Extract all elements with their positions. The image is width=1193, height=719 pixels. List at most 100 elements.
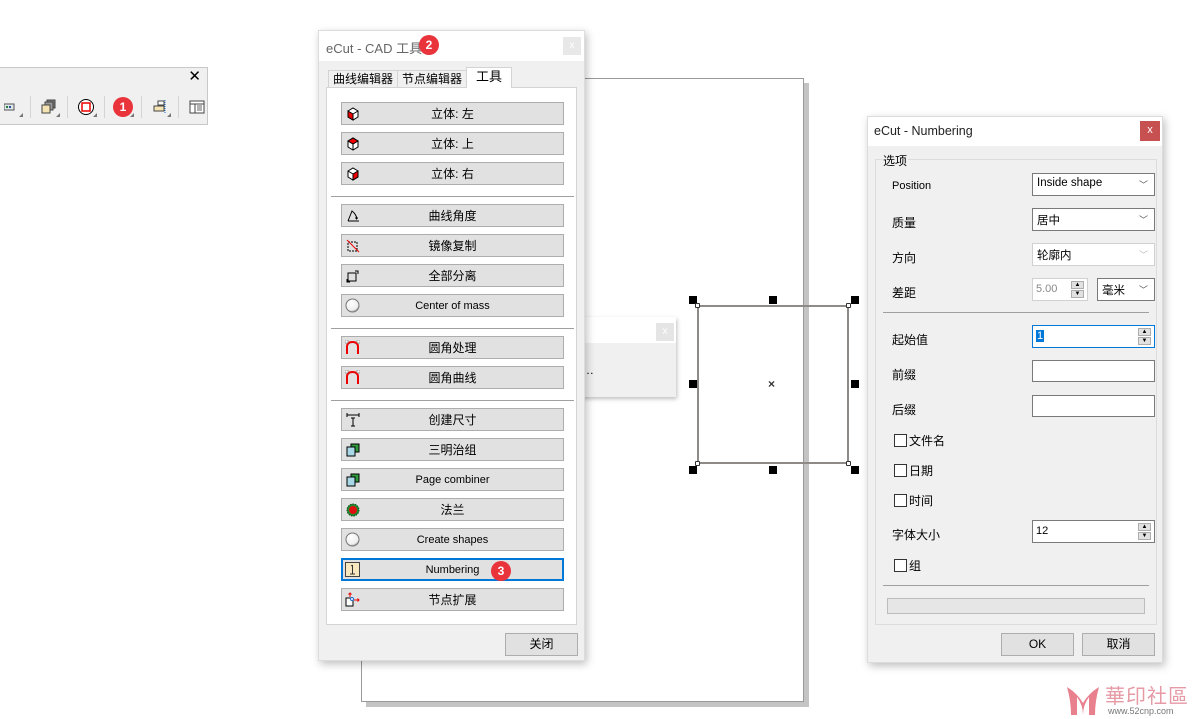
font-size-spin-buttons[interactable]: ▲ ▼ [1138, 523, 1151, 540]
checkbox-box[interactable] [894, 464, 907, 477]
resize-handle-right[interactable] [851, 380, 859, 388]
step-badge-2: 2 [419, 35, 439, 55]
cad-tools-tabs: 曲线编辑器 节点编辑器 工具 [328, 67, 513, 88]
position-select[interactable]: Inside shape ﹀ [1032, 173, 1155, 196]
spin-up-icon[interactable]: ▲ [1138, 328, 1151, 336]
fillet-icon [344, 339, 361, 356]
toolbar-bitmap-button[interactable] [0, 95, 25, 119]
dropdown-corner [19, 113, 23, 117]
tool-label: 创建尺寸 [428, 413, 477, 427]
suffix-input[interactable] [1032, 395, 1155, 417]
group-checkbox-label: 组 [909, 559, 922, 573]
font-size-label: 字体大小 [892, 528, 941, 542]
resize-handle-left[interactable] [689, 380, 697, 388]
numbering-title-bar[interactable]: eCut - Numbering x [868, 117, 1162, 146]
cube-left-icon [344, 105, 361, 122]
mirror-copy-icon [344, 237, 361, 254]
filename-checkbox[interactable]: 文件名 [894, 432, 945, 449]
cube-right-icon [344, 165, 361, 182]
toolbar-close-button[interactable]: ✕ [188, 69, 201, 85]
tool-create-shapes-button[interactable]: Create shapes [341, 528, 564, 551]
tool-mirror-copy-button[interactable]: 镜像复制 [341, 234, 564, 257]
toolbar-separator [104, 96, 105, 118]
background-dialog-close-button[interactable]: x [656, 323, 674, 341]
direction-value: 轮廓内 [1037, 250, 1072, 262]
tab-node-editor[interactable]: 节点编辑器 [397, 70, 468, 88]
corner-node-bottom-left[interactable] [695, 461, 700, 466]
options-group: 选项 Position Inside shape ﹀ 质量 居中 ﹀ 方向 轮廓… [875, 152, 1157, 625]
spin-down-icon[interactable]: ▼ [1138, 337, 1151, 345]
toolbar-stacked-button[interactable] [36, 95, 62, 119]
cad-tools-close-button[interactable]: x [563, 37, 581, 55]
toolbar-table-button[interactable] [184, 95, 210, 119]
tool-label: 立体: 上 [431, 137, 474, 151]
tab-curve-editor[interactable]: 曲线编辑器 [328, 70, 399, 88]
watermark-logo-icon [1067, 687, 1099, 715]
resize-handle-top-right[interactable] [851, 296, 859, 304]
ok-button[interactable]: OK [1001, 633, 1074, 656]
spin-up-icon[interactable]: ▲ [1071, 281, 1084, 289]
resize-handle-bottom-right[interactable] [851, 466, 859, 474]
tab-tools[interactable]: 工具 [466, 67, 513, 88]
corner-node-top-left[interactable] [695, 303, 700, 308]
tool-numbering-button[interactable]: Numbering 3 [341, 558, 564, 581]
spin-up-icon[interactable]: ▲ [1138, 523, 1151, 531]
toolbar-target-button[interactable] [73, 95, 99, 119]
tool-separate-all-button[interactable]: 全部分离 [341, 264, 564, 287]
time-checkbox[interactable]: 时间 [894, 492, 933, 509]
quality-select[interactable]: 居中 ﹀ [1032, 208, 1155, 231]
tool-dimension-button[interactable]: 创建尺寸 [341, 408, 564, 431]
toolbar-align-button[interactable] [147, 95, 173, 119]
tool-cube-top-button[interactable]: 立体: 上 [341, 132, 564, 155]
tool-center-of-mass-button[interactable]: Center of mass [341, 294, 564, 317]
dimension-icon [344, 411, 361, 428]
offset-unit-select[interactable]: 毫米 ﹀ [1097, 278, 1155, 301]
cad-tools-title-bar[interactable]: eCut - CAD 工具 2 x [319, 31, 584, 61]
resize-handle-bottom[interactable] [769, 466, 777, 474]
checkbox-box[interactable] [894, 559, 907, 572]
cad-tools-close-dialog-button[interactable]: 关闭 [505, 633, 578, 656]
font-size-spinner[interactable]: 12 ▲ ▼ [1032, 520, 1155, 543]
start-value-spin-buttons[interactable]: ▲ ▼ [1138, 328, 1151, 345]
numbering-close-button[interactable]: x [1140, 121, 1160, 141]
corner-node-bottom-right[interactable] [846, 461, 851, 466]
start-value-spinner[interactable]: 1 ▲ ▼ [1032, 325, 1155, 348]
tool-cube-right-button[interactable]: 立体: 右 [341, 162, 564, 185]
checkbox-box[interactable] [894, 494, 907, 507]
tool-label: 曲线角度 [428, 209, 477, 223]
tool-cube-left-button[interactable]: 立体: 左 [341, 102, 564, 125]
toolbar-ecut-button[interactable]: 1 [110, 95, 136, 119]
cancel-button[interactable]: 取消 [1082, 633, 1155, 656]
tool-label: 法兰 [440, 503, 465, 517]
tool-node-extend-button[interactable]: 节点扩展 [341, 588, 564, 611]
tool-fillet-curve-button[interactable]: 圆角曲线 [341, 366, 564, 389]
tool-page-combiner-button[interactable]: Page combiner [341, 468, 564, 491]
tool-label: 全部分离 [428, 269, 477, 283]
offset-spin-buttons[interactable]: ▲ ▼ [1071, 281, 1084, 298]
tool-flange-button[interactable]: 法兰 [341, 498, 564, 521]
tool-label: 节点扩展 [428, 593, 477, 607]
spin-down-icon[interactable]: ▼ [1071, 290, 1084, 298]
tool-curve-angle-button[interactable]: 曲线角度 [341, 204, 564, 227]
resize-handle-bottom-left[interactable] [689, 466, 697, 474]
tools-tab-panel: 立体: 左 立体: 上 立体: 右 曲线角度 镜像复制 全部分离 Center … [326, 87, 577, 625]
cad-tools-title: eCut - CAD 工具 [326, 41, 423, 56]
page-combiner-icon [344, 471, 361, 488]
corner-node-top-right[interactable] [846, 303, 851, 308]
tool-label: 立体: 右 [431, 167, 474, 181]
direction-label: 方向 [892, 251, 917, 265]
spin-down-icon[interactable]: ▼ [1138, 532, 1151, 540]
direction-select[interactable]: 轮廓内 ﹀ [1032, 243, 1155, 266]
prefix-input[interactable] [1032, 360, 1155, 382]
tool-label: 圆角处理 [428, 341, 477, 355]
resize-handle-top[interactable] [769, 296, 777, 304]
date-checkbox[interactable]: 日期 [894, 462, 933, 479]
tool-label: 圆角曲线 [428, 371, 477, 385]
group-checkbox[interactable]: 组 [894, 557, 921, 574]
offset-spinner[interactable]: 5.00 ▲ ▼ [1032, 278, 1088, 301]
checkbox-box[interactable] [894, 434, 907, 447]
tool-fillet-button[interactable]: 圆角处理 [341, 336, 564, 359]
tool-sandwich-group-button[interactable]: 三明治组 [341, 438, 564, 461]
start-value-label: 起始值 [892, 333, 929, 347]
tool-label: 立体: 左 [431, 107, 474, 121]
